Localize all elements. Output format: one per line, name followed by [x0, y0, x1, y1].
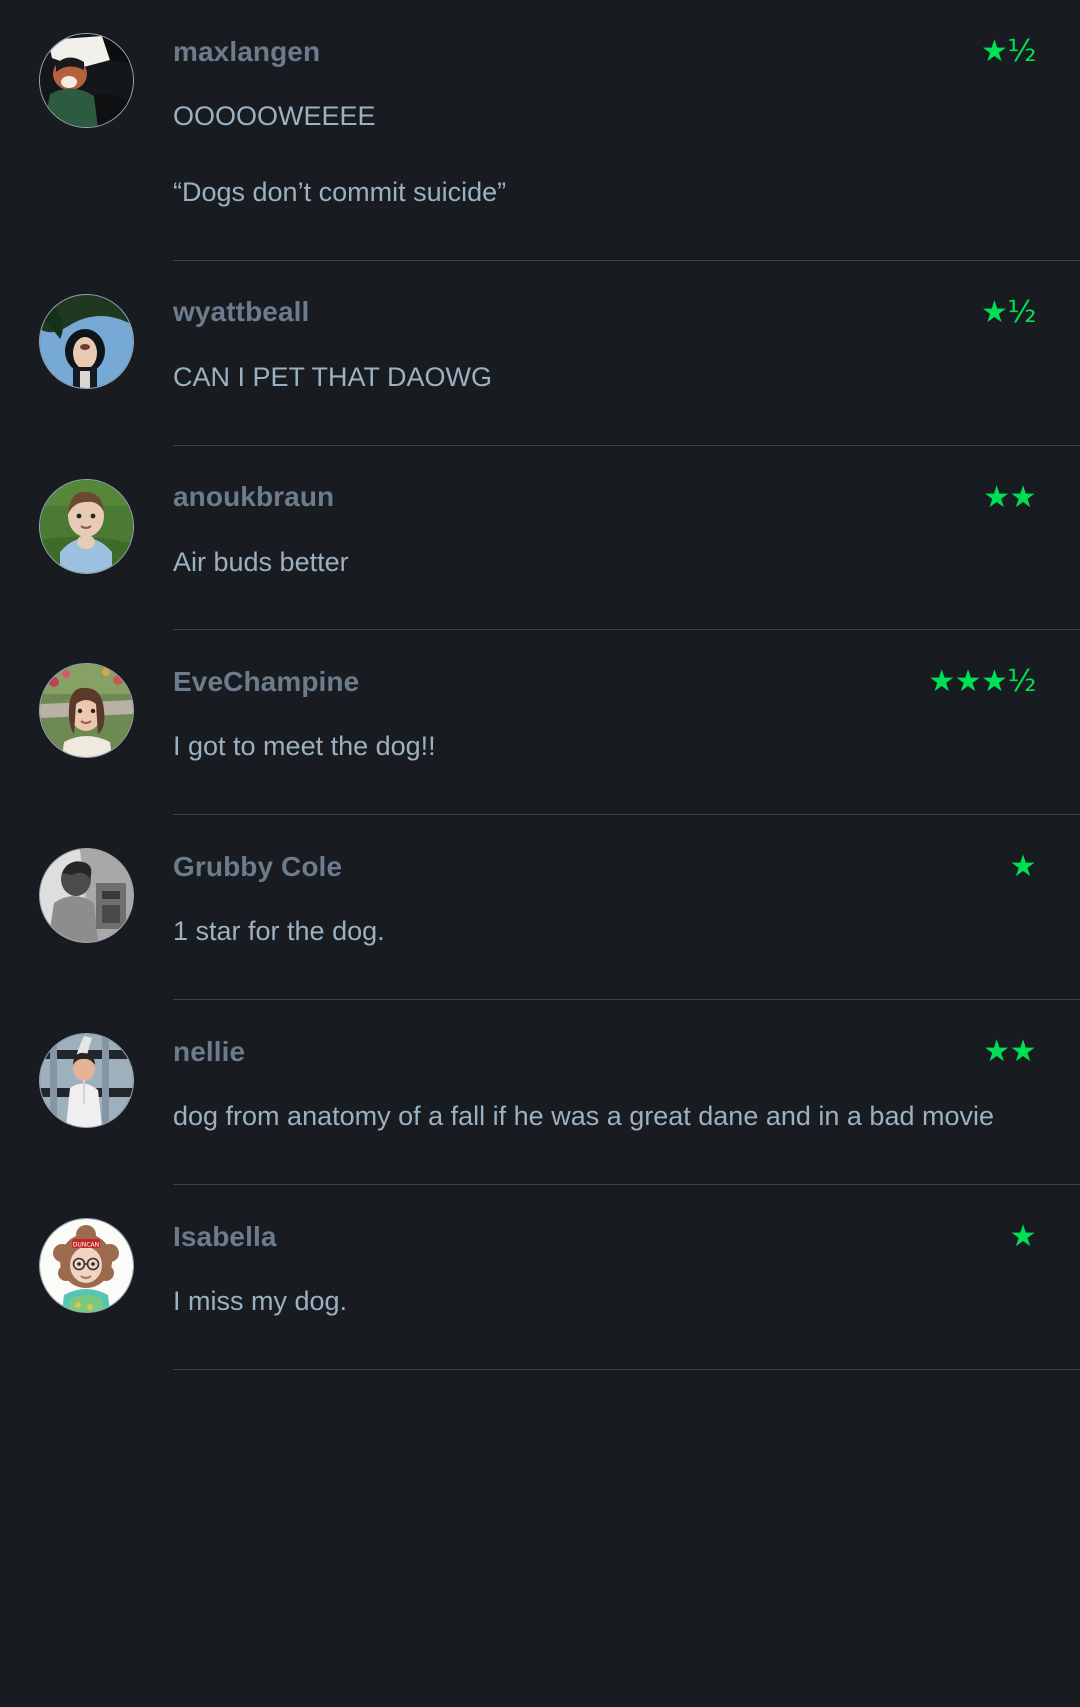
star-rating: ★½: [981, 34, 1036, 69]
star-rating: ★★: [983, 1034, 1036, 1070]
review-row: anoukbraun ★★ Air buds better: [0, 446, 1080, 630]
avatar-maxlangen[interactable]: [40, 34, 133, 127]
row-spacer: [173, 953, 1058, 999]
star-rating: ★½: [981, 294, 1036, 330]
row-spacer: [173, 1138, 1058, 1184]
review-text[interactable]: CAN I PET THAT DAOWG: [173, 357, 1058, 399]
review-row: EveChampine ★★★½ I got to meet the dog!!: [0, 630, 1080, 814]
avatar-link[interactable]: DUNCAN: [40, 1218, 133, 1312]
avatar-link[interactable]: [40, 294, 133, 388]
review-row: wyattbeall ★½ CAN I PET THAT DAOWG: [0, 261, 1080, 445]
row-spacer: [173, 768, 1058, 814]
review-paragraph: I miss my dog.: [173, 1285, 348, 1316]
avatar-link[interactable]: [40, 1034, 133, 1128]
review-row: Grubby Cole ★ 1 star for the dog.: [0, 815, 1080, 999]
review-header: nellie ★★: [173, 1030, 1058, 1074]
review-item[interactable]: maxlangen ★½ OOOOOWEEEE “Dogs don’t commit …: [0, 0, 1080, 260]
review-header: Grubby Cole ★: [173, 845, 1058, 889]
username-link[interactable]: EveChampine: [173, 667, 359, 698]
review-row: maxlangen ★½ OOOOOWEEEE “Dogs don’t commit …: [0, 0, 1080, 260]
review-text[interactable]: Air buds better: [173, 542, 1058, 584]
review-paragraph: 1 star for the dog.: [173, 916, 385, 947]
star-rating: ★: [1009, 849, 1037, 885]
avatar-link[interactable]: [40, 664, 133, 758]
username-link[interactable]: wyattbeall: [173, 297, 309, 328]
review-body: wyattbeall ★½ CAN I PET THAT DAOWG: [173, 261, 1058, 445]
review-paragraph: dog from anatomy of a fall if he was a g…: [173, 1101, 994, 1132]
review-text[interactable]: OOOOOWEEEE “Dogs don’t commit suicide”: [173, 96, 1058, 214]
review-body: nellie ★★ dog from anatomy of a fall if he…: [173, 1000, 1058, 1184]
star-rating: ★★★½: [928, 664, 1036, 700]
review-body: Grubby Cole ★ 1 star for the dog.: [173, 815, 1058, 999]
username-link[interactable]: nellie: [173, 1037, 245, 1068]
reviews-screen: maxlangen ★½ OOOOOWEEEE “Dogs don’t commit …: [0, 0, 1080, 1707]
review-item[interactable]: nellie ★★ dog from anatomy of a fall if he…: [0, 1000, 1080, 1184]
username-link[interactable]: Grubby Cole: [173, 852, 342, 883]
review-text[interactable]: I miss my dog.: [173, 1281, 1058, 1323]
review-header: wyattbeall ★½: [173, 291, 1058, 335]
review-text[interactable]: 1 star for the dog.: [173, 911, 1058, 953]
review-header: anoukbraun ★★: [173, 476, 1058, 520]
username-link[interactable]: maxlangen: [173, 37, 320, 68]
avatar-anoukbraun[interactable]: [40, 479, 133, 573]
avatar-nellie[interactable]: [40, 1034, 133, 1128]
review-item[interactable]: Grubby Cole ★ 1 star for the dog.: [0, 815, 1080, 999]
avatar-isabella[interactable]: DUNCAN: [40, 1218, 133, 1312]
review-item[interactable]: anoukbraun ★★ Air buds better: [0, 446, 1080, 630]
row-divider: [173, 1368, 1080, 1370]
row-spacer: [173, 214, 1058, 260]
username-link[interactable]: Isabella: [173, 1222, 277, 1253]
review-text[interactable]: I got to meet the dog!!: [173, 726, 1058, 768]
avatar-grubby-cole[interactable]: [40, 849, 133, 943]
star-rating: ★: [1009, 1218, 1037, 1254]
svg-text:DUNCAN: DUNCAN: [73, 1241, 99, 1248]
row-spacer: [173, 399, 1058, 445]
review-header: EveChampine ★★★½: [173, 660, 1058, 704]
review-row: nellie ★★ dog from anatomy of a fall if he…: [0, 1000, 1080, 1184]
review-item[interactable]: EveChampine ★★★½ I got to meet the dog!!: [0, 630, 1080, 814]
username-link[interactable]: anoukbraun: [173, 482, 334, 513]
avatar-link[interactable]: [40, 479, 133, 573]
avatar-link[interactable]: [40, 849, 133, 943]
review-paragraph: “Dogs don’t commit suicide”: [173, 176, 507, 207]
avatar-evechampine[interactable]: [40, 664, 133, 758]
review-item[interactable]: wyattbeall ★½ CAN I PET THAT DAOWG: [0, 261, 1080, 445]
avatar-wyattbeall[interactable]: [40, 294, 133, 388]
avatar-link[interactable]: [40, 34, 133, 127]
review-body: anoukbraun ★★ Air buds better: [173, 446, 1058, 630]
star-rating: ★★: [983, 479, 1036, 515]
review-item[interactable]: DUNCAN Isabella ★ I miss my dog.: [0, 1185, 1080, 1369]
review-paragraph: Air buds better: [173, 546, 349, 577]
review-header: maxlangen ★½: [173, 30, 1058, 74]
review-paragraph: I got to meet the dog!!: [173, 731, 436, 762]
review-paragraph: OOOOOWEEEE: [173, 101, 376, 131]
review-row: DUNCAN Isabella ★ I miss my dog.: [0, 1185, 1080, 1369]
review-body: Isabella ★ I miss my dog.: [173, 1185, 1058, 1369]
review-list: maxlangen ★½ OOOOOWEEEE “Dogs don’t commit …: [0, 0, 1080, 1370]
review-paragraph: CAN I PET THAT DAOWG: [173, 361, 493, 392]
review-header: Isabella ★: [173, 1215, 1058, 1259]
review-body: maxlangen ★½ OOOOOWEEEE “Dogs don’t commit …: [173, 0, 1058, 260]
review-text[interactable]: dog from anatomy of a fall if he was a g…: [173, 1096, 1058, 1138]
review-body: EveChampine ★★★½ I got to meet the dog!!: [173, 630, 1058, 814]
row-spacer: [173, 583, 1058, 629]
row-spacer: [173, 1323, 1058, 1369]
